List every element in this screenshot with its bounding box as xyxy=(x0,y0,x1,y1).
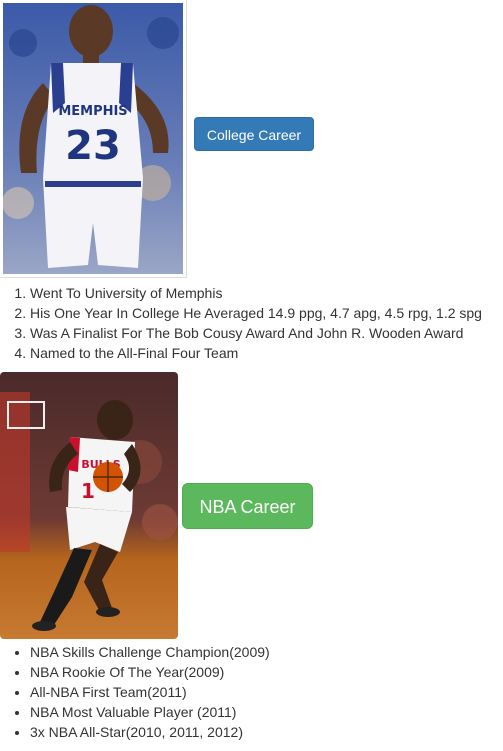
list-item: NBA Most Valuable Player (2011) xyxy=(30,702,270,722)
nba-photo: BULLS 1 xyxy=(0,372,178,639)
list-item: Was A Finalist For The Bob Cousy Award A… xyxy=(30,323,482,343)
list-item: 3x NBA All-Star(2010, 2011, 2012) xyxy=(30,722,270,742)
list-item: NBA Skills Challenge Champion(2009) xyxy=(30,642,270,662)
college-jersey-number: 23 xyxy=(65,123,121,169)
nba-jersey-number: 1 xyxy=(81,479,95,503)
college-jersey-team: MEMPHIS xyxy=(58,104,127,119)
nba-achievements-list: NBA Skills Challenge Champion(2009) NBA … xyxy=(0,642,270,742)
college-career-button[interactable]: College Career xyxy=(194,117,314,151)
list-item: All-NBA First Team(2011) xyxy=(30,682,270,702)
list-item: NBA Rookie Of The Year(2009) xyxy=(30,662,270,682)
college-facts-list: Went To University of Memphis His One Ye… xyxy=(0,283,482,363)
list-item: Named to the All-Final Four Team xyxy=(30,343,482,363)
college-photo: MEMPHIS 23 xyxy=(0,0,186,277)
list-item: Went To University of Memphis xyxy=(30,283,482,303)
nba-career-button[interactable]: NBA Career xyxy=(182,483,313,529)
list-item: His One Year In College He Averaged 14.9… xyxy=(30,303,482,323)
